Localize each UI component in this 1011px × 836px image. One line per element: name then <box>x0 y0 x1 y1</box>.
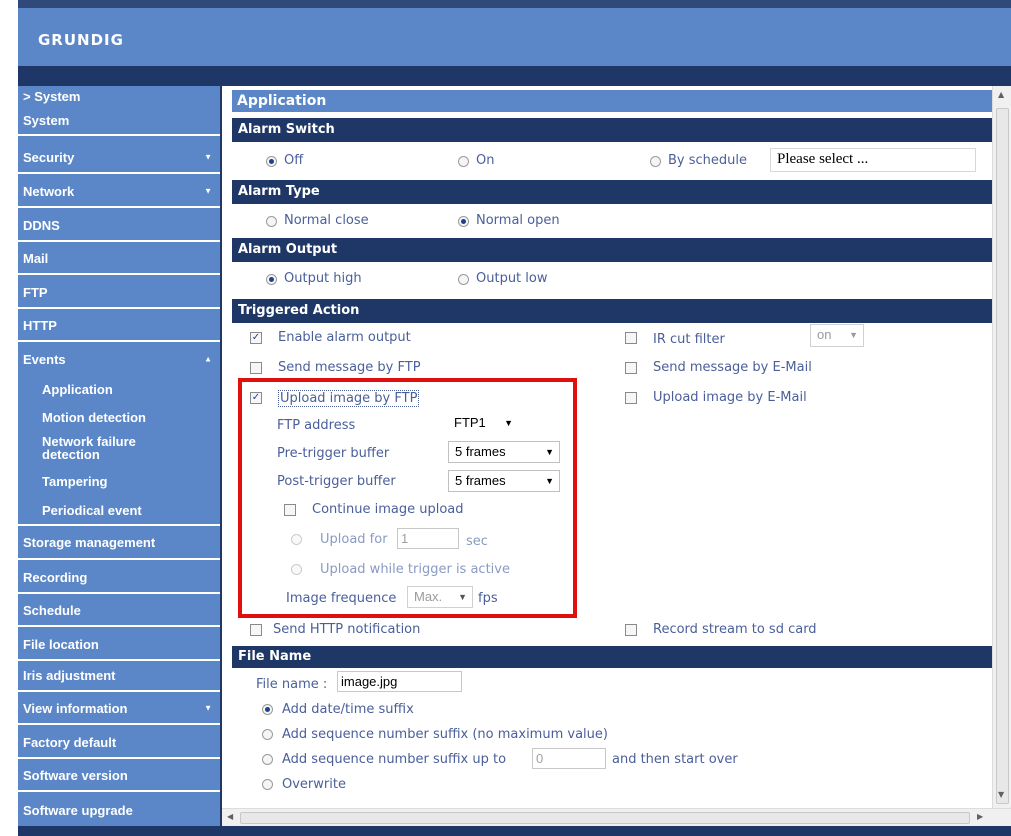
label-alarm-on: On <box>476 153 495 168</box>
chevron-down-icon: ▼ <box>204 186 212 196</box>
sidebar-item-software-upgrade[interactable]: Software upgrade <box>18 794 220 826</box>
label-output-high: Output high <box>284 271 362 286</box>
radio-normal-open[interactable] <box>458 216 469 227</box>
vertical-scrollbar[interactable]: ▲ ▼ <box>992 86 1011 808</box>
chevron-up-icon: ▲ <box>204 354 212 364</box>
header-bottom-strip <box>18 66 1011 82</box>
label-add-seq-up-to: Add sequence number suffix up to <box>282 752 507 767</box>
section-header-alarm-type: Alarm Type <box>232 180 992 204</box>
radio-overwrite[interactable] <box>262 779 273 790</box>
header-banner: GRUNDIG <box>18 0 1011 82</box>
radio-alarm-off[interactable] <box>266 156 277 167</box>
radio-alarm-on[interactable] <box>458 156 469 167</box>
label-output-low: Output low <box>476 271 548 286</box>
radio-normal-close[interactable] <box>266 216 277 227</box>
scroll-right-arrow-icon[interactable]: ▶ <box>977 812 983 821</box>
label-overwrite: Overwrite <box>282 777 346 792</box>
scroll-up-arrow-icon[interactable]: ▲ <box>998 90 1004 99</box>
seq-up-to-input[interactable]: 0 <box>532 748 606 769</box>
radio-add-seq-no-max[interactable] <box>262 729 273 740</box>
horizontal-scroll-thumb[interactable] <box>240 812 970 824</box>
sidebar-item-iris-adjustment[interactable]: Iris adjustment <box>18 660 220 692</box>
label-normal-open: Normal open <box>476 213 560 228</box>
horizontal-scrollbar[interactable]: ◀ ▶ <box>222 808 1011 826</box>
sidebar-item-view-information[interactable]: View information ▼ <box>18 693 220 725</box>
label-send-message-email: Send message by E-Mail <box>653 360 812 375</box>
checkbox-ir-cut-filter[interactable] <box>625 332 637 344</box>
schedule-select[interactable]: Please select ... <box>770 148 976 172</box>
label-file-name: File name : <box>256 677 328 692</box>
radio-output-high[interactable] <box>266 274 277 285</box>
checkbox-enable-alarm-output[interactable]: ✓ <box>250 332 262 344</box>
radio-output-low[interactable] <box>458 274 469 285</box>
scroll-left-arrow-icon[interactable]: ◀ <box>227 812 233 821</box>
sidebar-section-system: > System <box>23 88 81 104</box>
label-record-sd-card: Record stream to sd card <box>653 622 817 637</box>
dropdown-caret-icon: ▼ <box>849 330 858 340</box>
sidebar-item-schedule[interactable]: Schedule <box>18 595 220 627</box>
sidebar-item-ddns[interactable]: DDNS <box>18 210 220 242</box>
chevron-down-icon: ▼ <box>204 703 212 713</box>
label-normal-close: Normal close <box>284 213 369 228</box>
sidebar-item-file-location[interactable]: File location <box>18 629 220 661</box>
radio-add-datetime-suffix[interactable] <box>262 704 273 715</box>
sidebar-item-mail[interactable]: Mail <box>18 243 220 275</box>
label-ir-cut-filter: IR cut filter <box>653 332 725 347</box>
checkbox-send-message-ftp[interactable] <box>250 362 262 374</box>
sidebar-item-events[interactable]: Events ▲ <box>18 344 220 374</box>
sidebar-subitem-network-failure[interactable]: Network failure detection <box>18 435 158 461</box>
label-send-http-notification: Send HTTP notification <box>273 622 421 637</box>
label-alarm-off: Off <box>284 153 304 168</box>
section-header-alarm-switch: Alarm Switch <box>232 118 992 142</box>
label-upload-image-email: Upload image by E-Mail <box>653 390 807 405</box>
sidebar-item-software-version[interactable]: Software version <box>18 760 220 792</box>
label-add-seq-no-max: Add sequence number suffix (no maximum v… <box>282 727 608 742</box>
chevron-down-icon: ▼ <box>204 152 212 162</box>
sidebar-subitem-application[interactable]: Application <box>18 383 220 396</box>
grundig-logo: GRUNDIG <box>38 31 124 49</box>
sidebar-item-recording[interactable]: Recording <box>18 562 220 594</box>
sidebar-item-storage-management[interactable]: Storage management <box>18 526 220 560</box>
sidebar-item-security[interactable]: Security ▼ <box>18 142 220 174</box>
sidebar-item-ftp[interactable]: FTP <box>18 277 220 309</box>
checkbox-upload-image-email[interactable] <box>625 392 637 404</box>
checkbox-record-sd-card[interactable] <box>625 624 637 636</box>
radio-alarm-by-schedule[interactable] <box>650 156 661 167</box>
label-alarm-by-schedule: By schedule <box>668 153 748 168</box>
sidebar-item-network[interactable]: Network ▼ <box>18 176 220 208</box>
section-header-triggered-action: Triggered Action <box>232 299 992 323</box>
sidebar-subitem-periodical-event[interactable]: Periodical event <box>18 504 220 517</box>
sidebar-item-http[interactable]: HTTP <box>18 310 220 342</box>
label-then-start-over: and then start over <box>612 752 738 767</box>
section-header-file-name: File Name <box>232 646 992 668</box>
sidebar: > System System Security ▼ Network ▼ DDNS … <box>18 86 220 826</box>
header-top-strip <box>18 0 1011 8</box>
ir-cut-filter-select[interactable]: on ▼ <box>810 324 864 347</box>
radio-add-seq-up-to[interactable] <box>262 754 273 765</box>
label-add-datetime-suffix: Add date/time suffix <box>282 702 414 717</box>
label-send-message-ftp: Send message by FTP <box>278 360 421 375</box>
label-enable-alarm-output: Enable alarm output <box>278 330 411 345</box>
vertical-scroll-thumb[interactable] <box>996 108 1009 804</box>
section-header-alarm-output: Alarm Output <box>232 238 992 262</box>
sidebar-item-factory-default[interactable]: Factory default <box>18 727 220 759</box>
sidebar-item-system[interactable]: System <box>18 106 220 136</box>
file-name-input[interactable]: image.jpg <box>337 671 462 692</box>
checkbox-send-http-notification[interactable] <box>250 624 262 636</box>
upload-ftp-highlight-box <box>238 378 577 618</box>
sidebar-subitem-motion-detection[interactable]: Motion detection <box>18 411 220 424</box>
checkbox-send-message-email[interactable] <box>625 362 637 374</box>
page-title: Application <box>232 90 992 112</box>
sidebar-subitem-tampering[interactable]: Tampering <box>18 475 220 488</box>
scroll-down-arrow-icon[interactable]: ▼ <box>998 790 1004 799</box>
